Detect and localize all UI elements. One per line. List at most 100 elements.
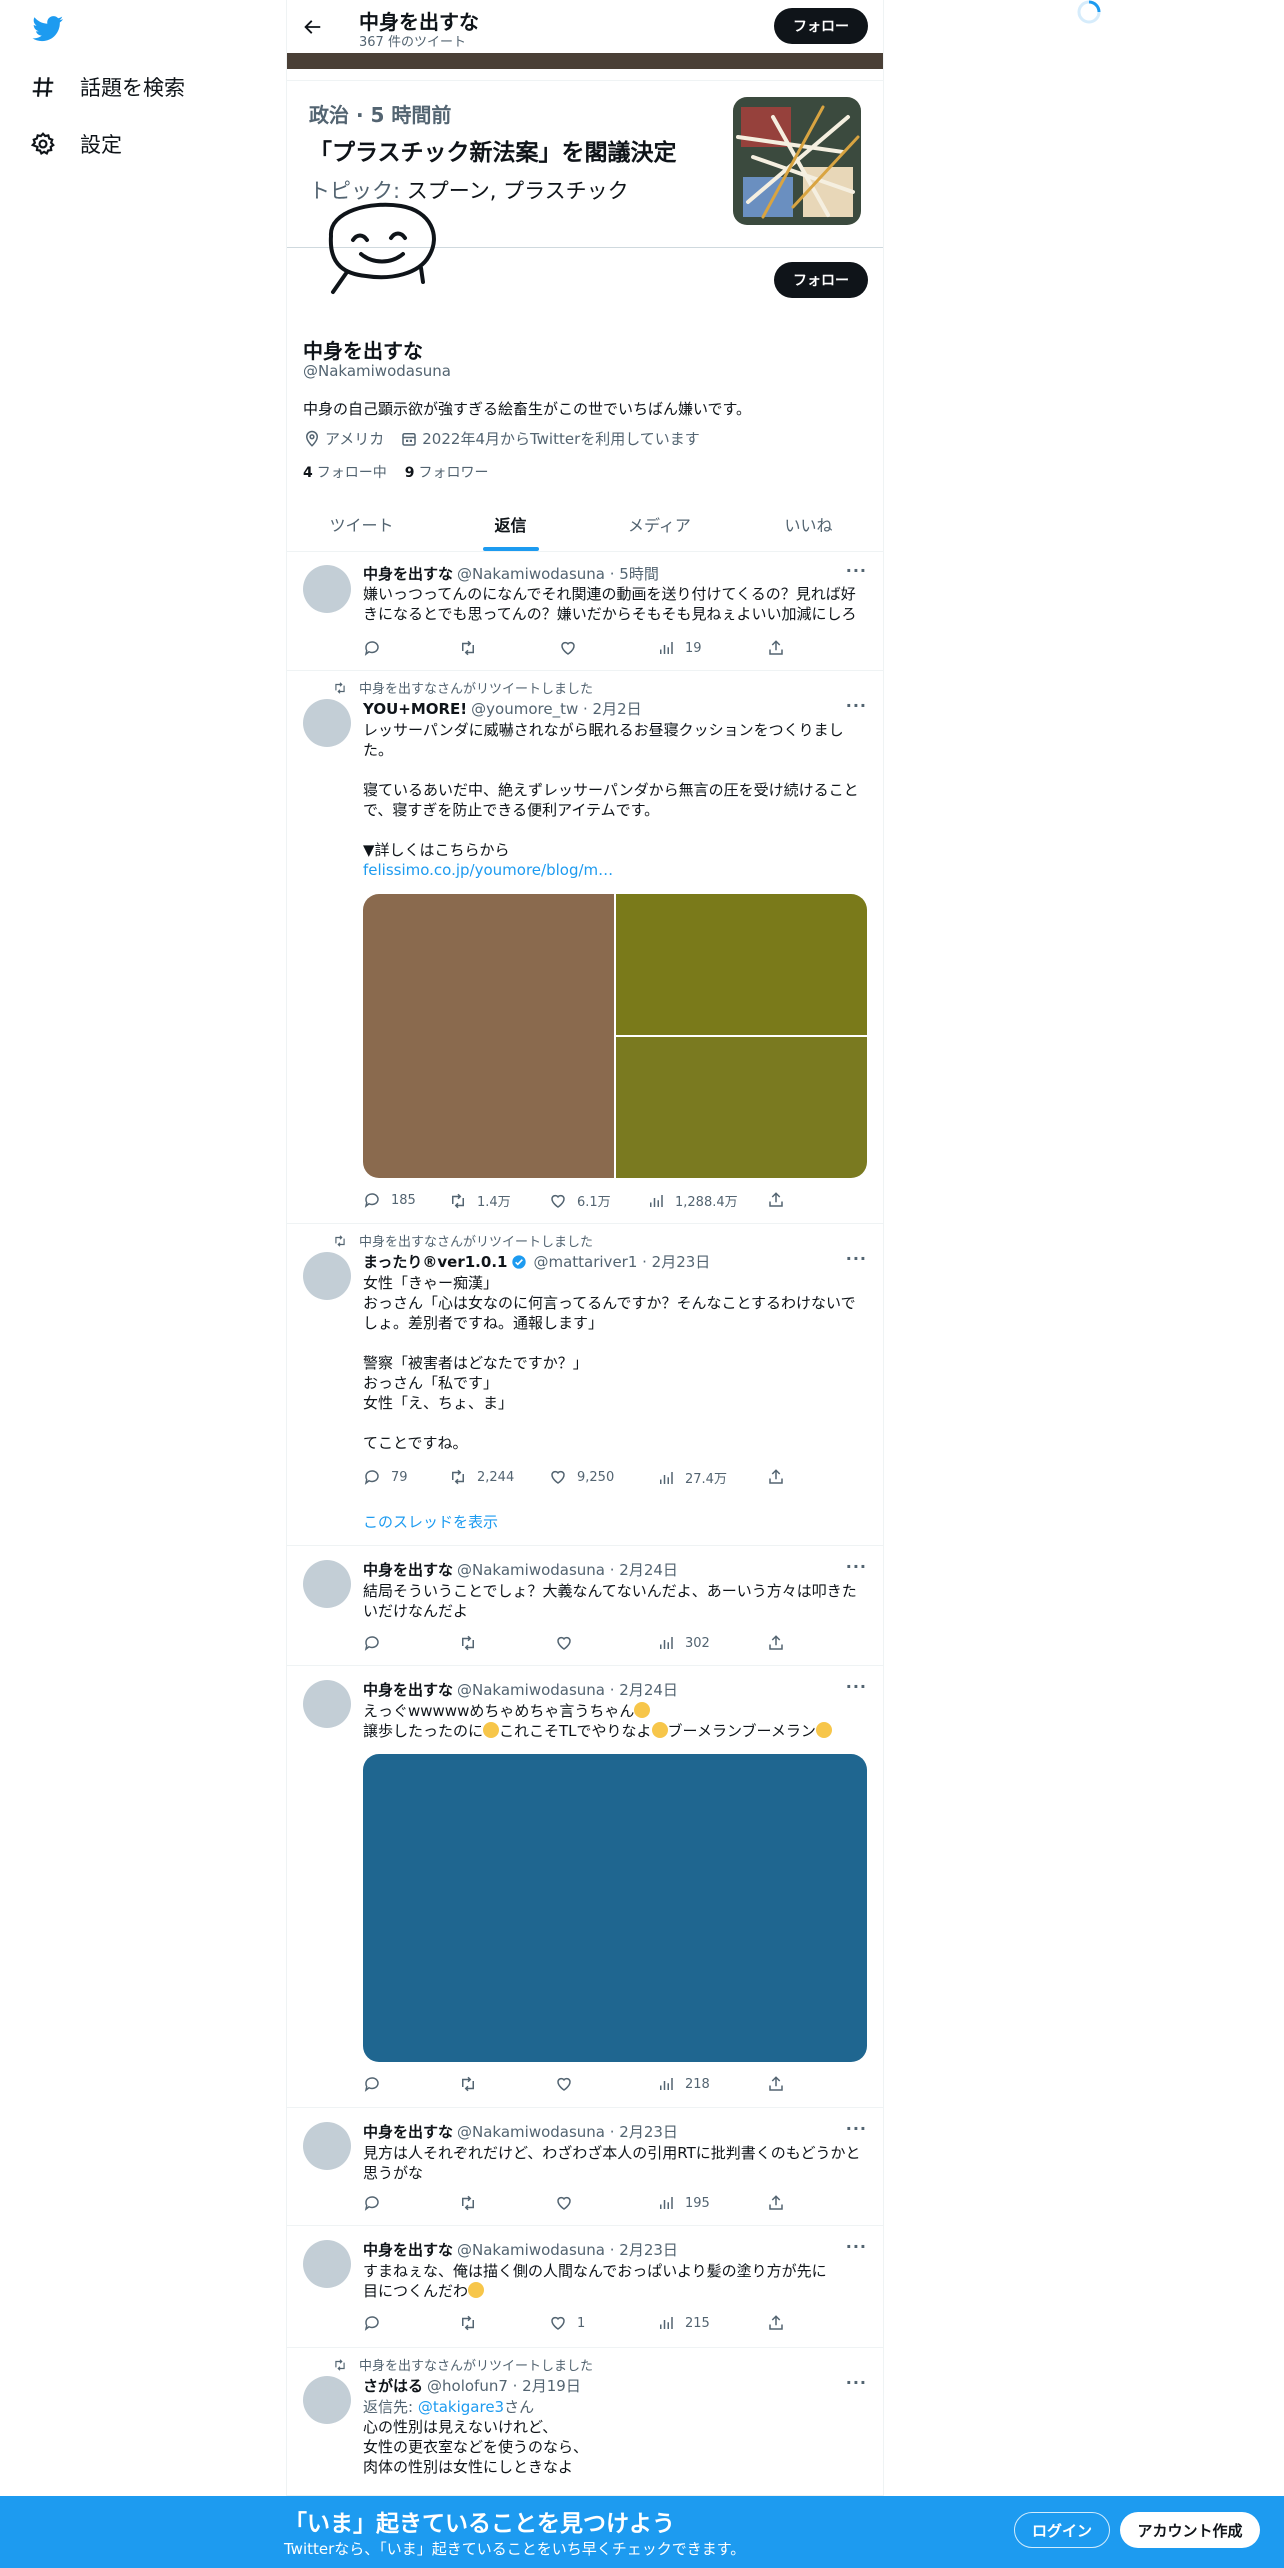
tweet-author-name[interactable]: 中身を出すな <box>363 1559 453 1580</box>
more-options-icon[interactable]: ··· <box>846 1677 867 1696</box>
retweet-button[interactable] <box>459 2075 477 2093</box>
tweet-author-name[interactable]: 中身を出すな <box>363 2239 453 2260</box>
like-button[interactable]: 1 <box>549 2314 585 2332</box>
tweet-media-image[interactable] <box>363 1754 867 2062</box>
avatar[interactable] <box>303 2240 351 2288</box>
views-chart-icon <box>660 1471 673 1484</box>
views-button[interactable]: 218 <box>657 2075 710 2093</box>
share-button[interactable] <box>767 2314 785 2332</box>
nav-explore[interactable]: 話題を検索 <box>30 67 185 107</box>
like-button[interactable] <box>555 2075 573 2093</box>
login-button[interactable]: ログイン <box>1014 2512 1110 2548</box>
reply-button[interactable] <box>363 1634 381 1652</box>
tweet-media-grid[interactable] <box>363 894 867 1178</box>
views-button[interactable]: 195 <box>657 2194 710 2212</box>
header-follow-button[interactable]: フォロー <box>774 8 868 44</box>
avatar[interactable] <box>303 1680 351 1728</box>
following-link[interactable]: 4 フォロー中 <box>303 462 387 482</box>
more-options-icon[interactable]: ··· <box>846 2373 867 2392</box>
tweet[interactable]: 中身を出すなさんがリツイートしました YOU+MORE! @youmore_tw… <box>287 671 883 1224</box>
media-image[interactable] <box>616 1037 867 1178</box>
tweet-author-handle[interactable]: @Nakamiwodasuna · 2月24日 <box>457 1559 678 1580</box>
retweet-button[interactable] <box>459 2194 477 2212</box>
share-button[interactable] <box>767 2075 785 2093</box>
avatar[interactable] <box>303 1560 351 1608</box>
like-button[interactable] <box>555 1634 573 1652</box>
like-button[interactable] <box>559 639 577 657</box>
tweet-author-name[interactable]: さがはる <box>363 2375 423 2396</box>
reply-button[interactable]: 79 <box>363 1468 408 1486</box>
tweet[interactable]: 中身を出すなさんがリツイートしました さがはる @holofun7 · 2月19… <box>287 2348 883 2496</box>
tab-replies[interactable]: 返信 <box>436 500 585 551</box>
reply-button[interactable] <box>363 2314 381 2332</box>
more-options-icon[interactable]: ··· <box>846 1557 867 1576</box>
tweet-link[interactable]: felissimo.co.jp/youmore/blog/m… <box>363 860 867 880</box>
reply-button[interactable] <box>363 639 381 657</box>
tweet[interactable]: 中身を出すな @Nakamiwodasuna · 2月23日 ··· 見方は人そ… <box>287 2108 883 2226</box>
views-button[interactable]: 215 <box>657 2314 710 2332</box>
media-image[interactable] <box>363 894 614 1178</box>
followers-link[interactable]: 9 フォロワー <box>405 462 489 482</box>
avatar[interactable] <box>303 1252 351 1300</box>
avatar[interactable] <box>303 699 351 747</box>
retweet-button[interactable] <box>459 639 477 657</box>
tweet-author-handle[interactable]: @holofun7 · 2月19日 <box>427 2375 581 2396</box>
more-options-icon[interactable]: ··· <box>846 696 867 715</box>
tweet-author-handle[interactable]: @Nakamiwodasuna · 2月24日 <box>457 1679 678 1700</box>
reply-button[interactable] <box>363 2194 381 2212</box>
tweet-author-name[interactable]: 中身を出すな <box>363 2121 453 2142</box>
avatar[interactable] <box>303 565 351 613</box>
back-arrow-icon[interactable] <box>301 16 323 38</box>
tab-tweets[interactable]: ツイート <box>287 500 436 551</box>
tweet-author-name[interactable]: 中身を出すな <box>363 563 453 584</box>
profile-avatar[interactable] <box>311 196 451 306</box>
like-button[interactable] <box>555 2194 573 2212</box>
nav-settings[interactable]: 設定 <box>30 124 122 164</box>
tab-likes[interactable]: いいね <box>734 500 883 551</box>
tweet-author-name[interactable]: YOU+MORE! <box>363 700 467 718</box>
retweet-button[interactable] <box>459 2314 477 2332</box>
tweet[interactable]: 中身を出すな @Nakamiwodasuna · 5時間 ··· 嫌いっつってん… <box>287 553 883 671</box>
tweet[interactable]: 中身を出すなさんがリツイートしました まったり®ver1.0.1 @mattar… <box>287 1224 883 1546</box>
share-button[interactable] <box>767 1468 785 1486</box>
twitter-logo-icon[interactable] <box>32 16 64 42</box>
tweet[interactable]: 中身を出すな @Nakamiwodasuna · 2月24日 ··· えっぐww… <box>287 1666 883 2108</box>
views-button[interactable]: 27.4万 <box>657 1468 727 1487</box>
tweet-author-handle[interactable]: @youmore_tw · 2月2日 <box>471 698 641 719</box>
reply-to-link[interactable]: @takigare3 <box>418 2398 504 2416</box>
signup-button[interactable]: アカウント作成 <box>1120 2512 1260 2548</box>
more-options-icon[interactable]: ··· <box>846 2119 867 2138</box>
tweet-author-name[interactable]: まったり®ver1.0.1 <box>363 1251 507 1272</box>
more-options-icon[interactable]: ··· <box>846 1249 867 1268</box>
views-button[interactable]: 19 <box>657 639 702 657</box>
avatar[interactable] <box>303 2122 351 2170</box>
share-button[interactable] <box>767 2194 785 2212</box>
retweet-button[interactable]: 1.4万 <box>449 1191 511 1210</box>
media-image[interactable] <box>616 894 867 1035</box>
share-button[interactable] <box>767 1634 785 1652</box>
retweet-button[interactable] <box>459 1634 477 1652</box>
tweet-author-name[interactable]: 中身を出すな <box>363 1679 453 1700</box>
like-button[interactable]: 6.1万 <box>549 1191 611 1210</box>
tweet[interactable]: 中身を出すな @Nakamiwodasuna · 2月23日 ··· すまねぇな… <box>287 2226 883 2348</box>
avatar[interactable] <box>303 2376 351 2424</box>
profile-follow-button[interactable]: フォロー <box>774 262 868 298</box>
tab-media[interactable]: メディア <box>585 500 734 551</box>
tweet-author-handle[interactable]: @mattariver1 · 2月23日 <box>533 1251 710 1272</box>
tweet-author-handle[interactable]: @Nakamiwodasuna · 5時間 <box>457 563 659 584</box>
share-button[interactable] <box>767 1191 785 1209</box>
reply-button[interactable]: 185 <box>363 1191 416 1209</box>
show-thread-link[interactable]: このスレッドを表示 <box>363 1511 498 1532</box>
more-options-icon[interactable]: ··· <box>846 2237 867 2256</box>
views-button[interactable]: 302 <box>657 1634 710 1652</box>
more-options-icon[interactable]: ··· <box>846 561 867 580</box>
views-button[interactable]: 1,288.4万 <box>647 1191 738 1210</box>
tweet-author-handle[interactable]: @Nakamiwodasuna · 2月23日 <box>457 2121 678 2142</box>
tweet[interactable]: 中身を出すな @Nakamiwodasuna · 2月24日 ··· 結局そうい… <box>287 1546 883 1666</box>
retweet-button[interactable]: 2,244 <box>449 1468 514 1486</box>
share-button[interactable] <box>767 639 785 657</box>
reply-button[interactable] <box>363 2075 381 2093</box>
like-button[interactable]: 9,250 <box>549 1468 614 1486</box>
tweet-header: 中身を出すな @Nakamiwodasuna · 2月23日 <box>363 2121 678 2142</box>
tweet-author-handle[interactable]: @Nakamiwodasuna · 2月23日 <box>457 2239 678 2260</box>
